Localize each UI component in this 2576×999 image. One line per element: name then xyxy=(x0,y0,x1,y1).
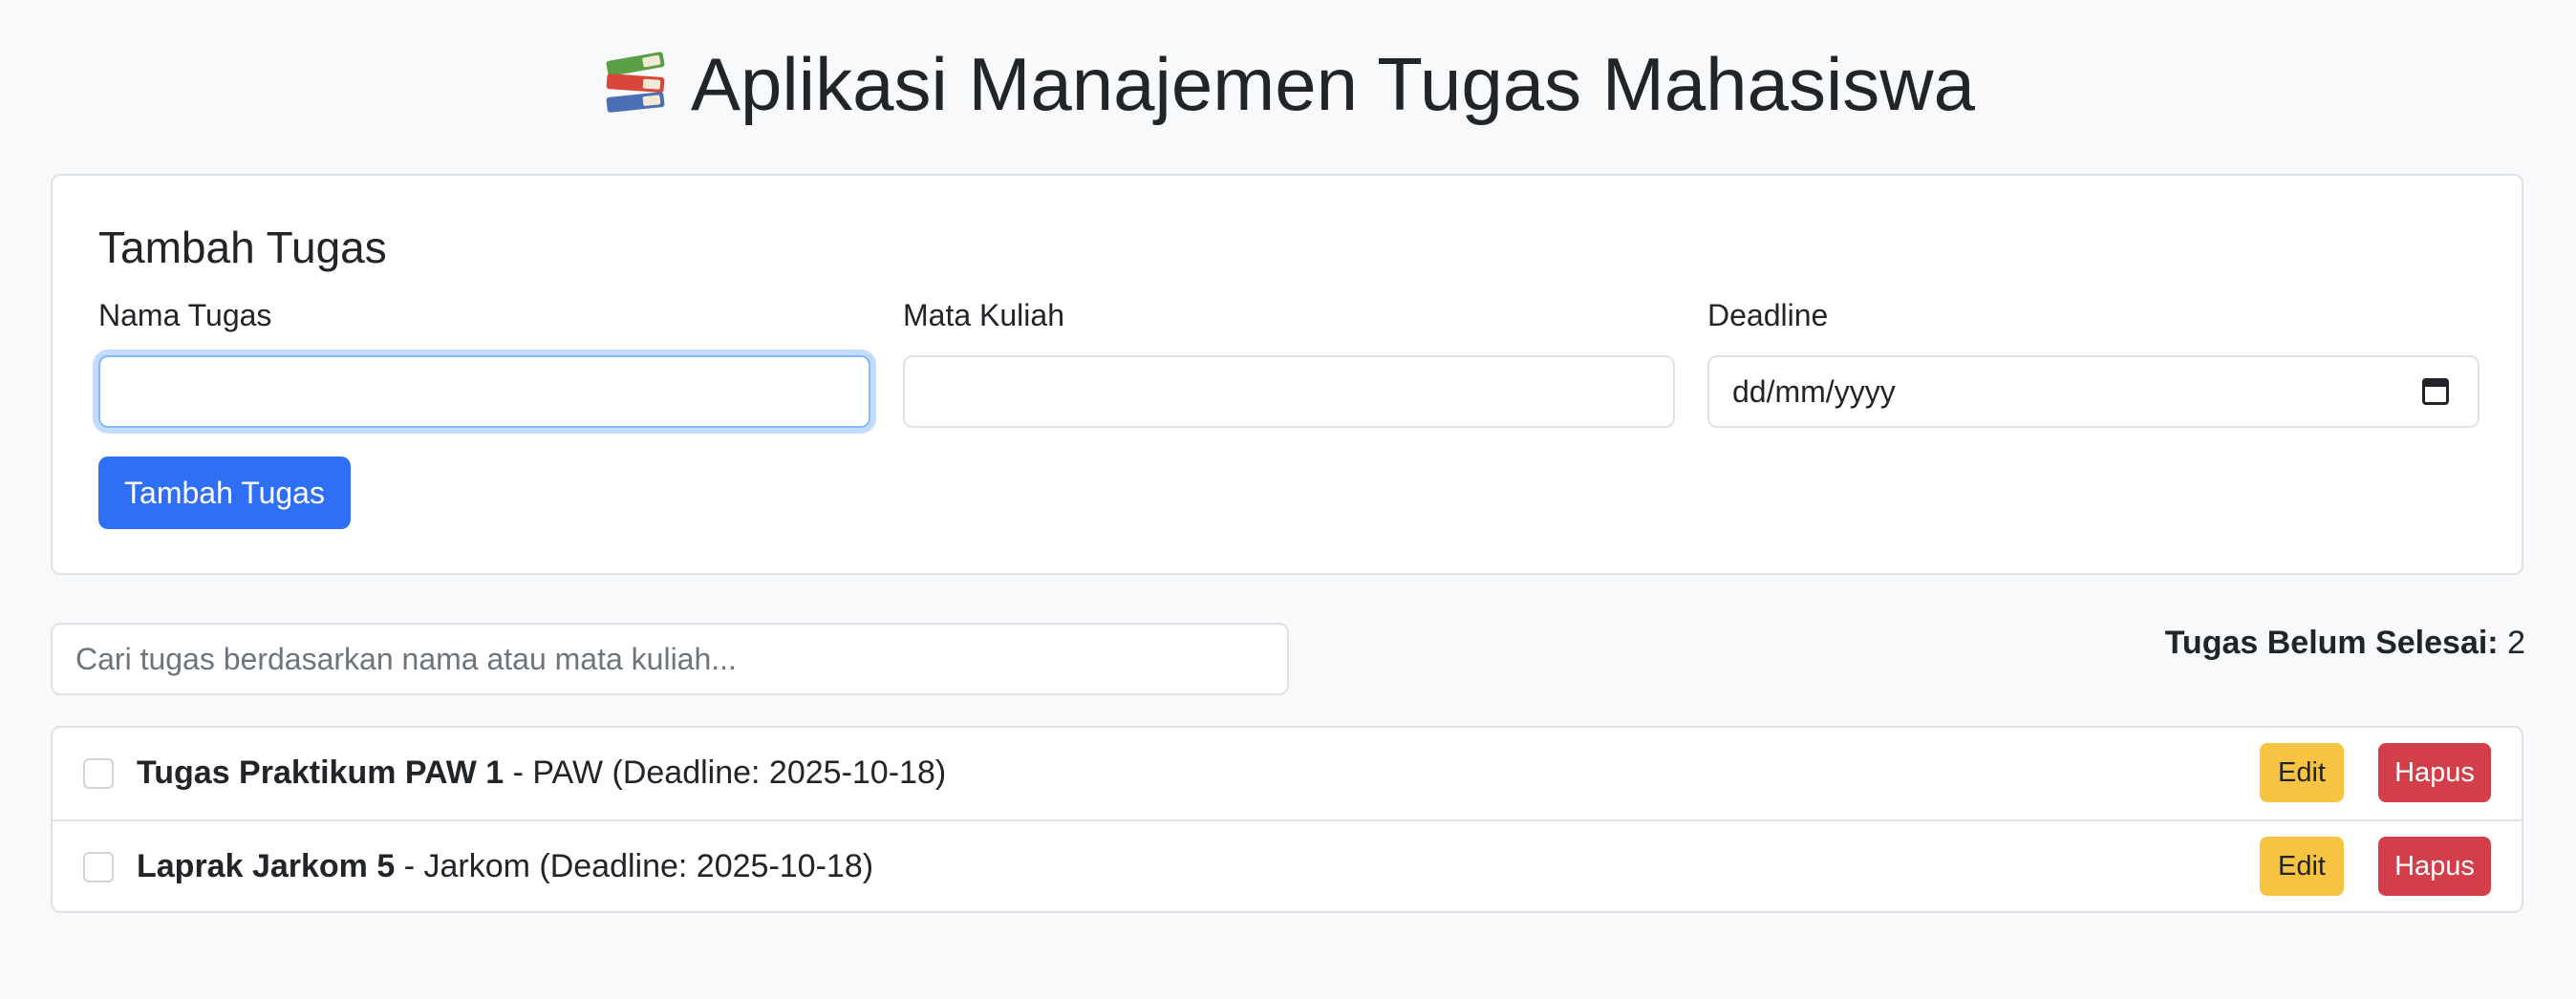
task-detail: - Jarkom (Deadline: 2025-10-18) xyxy=(395,848,874,884)
edit-button[interactable]: Edit xyxy=(2260,837,2344,896)
delete-button[interactable]: Hapus xyxy=(2378,837,2491,896)
edit-button[interactable]: Edit xyxy=(2260,743,2344,802)
task-text: Tugas Praktikum PAW 1 - PAW (Deadline: 2… xyxy=(137,751,946,795)
task-list: Tugas Praktikum PAW 1 - PAW (Deadline: 2… xyxy=(51,726,2523,913)
delete-button[interactable]: Hapus xyxy=(2378,743,2491,802)
pending-value: 2 xyxy=(2507,625,2525,661)
deadline-date-value: dd/mm/yyyy xyxy=(1732,374,1896,409)
course-input[interactable] xyxy=(903,355,1675,428)
search-placeholder: Cari tugas berdasarkan nama atau mata ku… xyxy=(75,642,737,676)
task-name-label: Nama Tugas xyxy=(98,298,272,332)
task-done-checkbox[interactable] xyxy=(83,852,114,882)
task-done-checkbox[interactable] xyxy=(83,758,114,789)
course-label: Mata Kuliah xyxy=(903,298,1064,332)
deadline-label: Deadline xyxy=(1707,298,1829,332)
search-input[interactable]: Cari tugas berdasarkan nama atau mata ku… xyxy=(51,623,1289,695)
add-task-card: Tambah Tugas Nama Tugas Mata Kuliah Dead… xyxy=(51,174,2523,575)
task-text: Laprak Jarkom 5 - Jarkom (Deadline: 2025… xyxy=(137,844,873,888)
page-title-text: Aplikasi Manajemen Tugas Mahasiswa xyxy=(691,42,1975,126)
add-task-button[interactable]: Tambah Tugas xyxy=(98,457,351,529)
task-name: Laprak Jarkom 5 xyxy=(137,848,396,884)
page-title: Aplikasi Manajemen Tugas Mahasiswa xyxy=(51,38,2525,130)
deadline-date-input[interactable]: dd/mm/yyyy xyxy=(1707,355,2479,428)
pending-label: Tugas Belum Selesai: xyxy=(2164,625,2499,661)
add-task-title: Tambah Tugas xyxy=(98,223,387,272)
books-icon xyxy=(601,47,670,116)
list-item: Tugas Praktikum PAW 1 - PAW (Deadline: 2… xyxy=(53,728,2522,819)
task-name: Tugas Praktikum PAW 1 xyxy=(137,755,504,791)
list-item: Laprak Jarkom 5 - Jarkom (Deadline: 2025… xyxy=(53,819,2522,911)
task-name-input[interactable] xyxy=(98,355,870,428)
task-detail: - PAW (Deadline: 2025-10-18) xyxy=(504,755,947,791)
pending-count: Tugas Belum Selesai: 2 xyxy=(2165,625,2525,662)
calendar-icon[interactable] xyxy=(2422,378,2449,405)
